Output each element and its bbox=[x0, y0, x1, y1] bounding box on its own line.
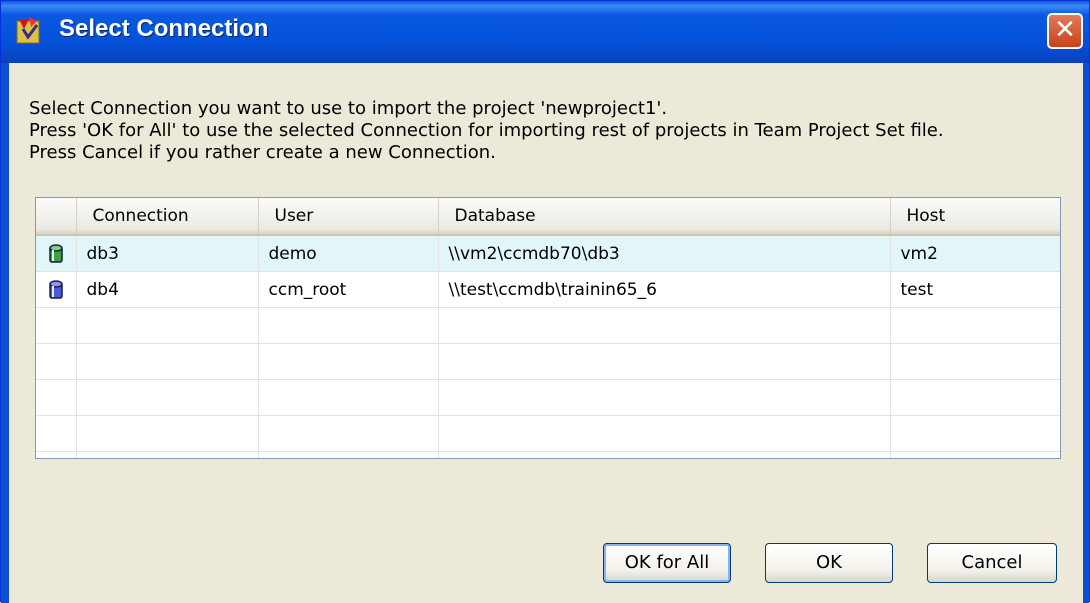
empty-row bbox=[36, 343, 1060, 380]
select-connection-dialog: Select Connection ✕ Select Connection yo… bbox=[0, 0, 1090, 603]
cell-host: test bbox=[890, 271, 1060, 308]
column-header-connection[interactable]: Connection bbox=[76, 198, 259, 236]
column-header-database[interactable]: Database bbox=[438, 198, 891, 236]
empty-row bbox=[36, 379, 1060, 416]
connection-table[interactable]: Connection User Database Host db3 demo \… bbox=[35, 197, 1061, 459]
table-header-row: Connection User Database Host bbox=[36, 198, 1060, 236]
empty-row bbox=[36, 415, 1060, 452]
empty-row bbox=[36, 307, 1060, 344]
window-title: Select Connection bbox=[59, 15, 269, 42]
window-frame-left bbox=[1, 63, 9, 603]
table-row[interactable]: db3 demo \\vm2\ccmdb70\db3 vm2 bbox=[36, 235, 1060, 272]
app-logo-icon bbox=[16, 17, 40, 44]
cell-user: ccm_root bbox=[258, 271, 439, 308]
title-bar[interactable]: Select Connection ✕ bbox=[1, 1, 1089, 63]
column-header-host[interactable]: Host bbox=[890, 198, 1060, 236]
cell-connection: db4 bbox=[76, 271, 259, 308]
close-icon: ✕ bbox=[1054, 15, 1076, 45]
cell-connection: db3 bbox=[76, 235, 259, 272]
row-icon-cell bbox=[36, 235, 77, 272]
close-button[interactable]: ✕ bbox=[1047, 13, 1083, 49]
cell-database: \\vm2\ccmdb70\db3 bbox=[438, 235, 891, 272]
empty-row bbox=[36, 451, 1060, 458]
ok-button[interactable]: OK bbox=[765, 543, 893, 583]
cell-database: \\test\ccmdb\trainin65_6 bbox=[438, 271, 891, 308]
cell-user: demo bbox=[258, 235, 439, 272]
cancel-button[interactable]: Cancel bbox=[927, 543, 1057, 583]
cell-host: vm2 bbox=[890, 235, 1060, 272]
ok-for-all-button[interactable]: OK for All bbox=[603, 543, 731, 583]
message-line-1: Select Connection you want to use to imp… bbox=[29, 98, 668, 119]
table-row[interactable]: db4 ccm_root \\test\ccmdb\trainin65_6 te… bbox=[36, 271, 1060, 308]
database-green-icon bbox=[49, 243, 63, 263]
database-blue-icon bbox=[49, 279, 63, 299]
row-icon-cell bbox=[36, 271, 77, 308]
column-header-icon[interactable] bbox=[36, 198, 77, 236]
message-line-2: Press 'OK for All' to use the selected C… bbox=[29, 120, 944, 141]
message-line-3: Press Cancel if you rather create a new … bbox=[29, 142, 496, 163]
column-header-user[interactable]: User bbox=[258, 198, 439, 236]
dialog-content: Select Connection you want to use to imp… bbox=[9, 63, 1083, 603]
